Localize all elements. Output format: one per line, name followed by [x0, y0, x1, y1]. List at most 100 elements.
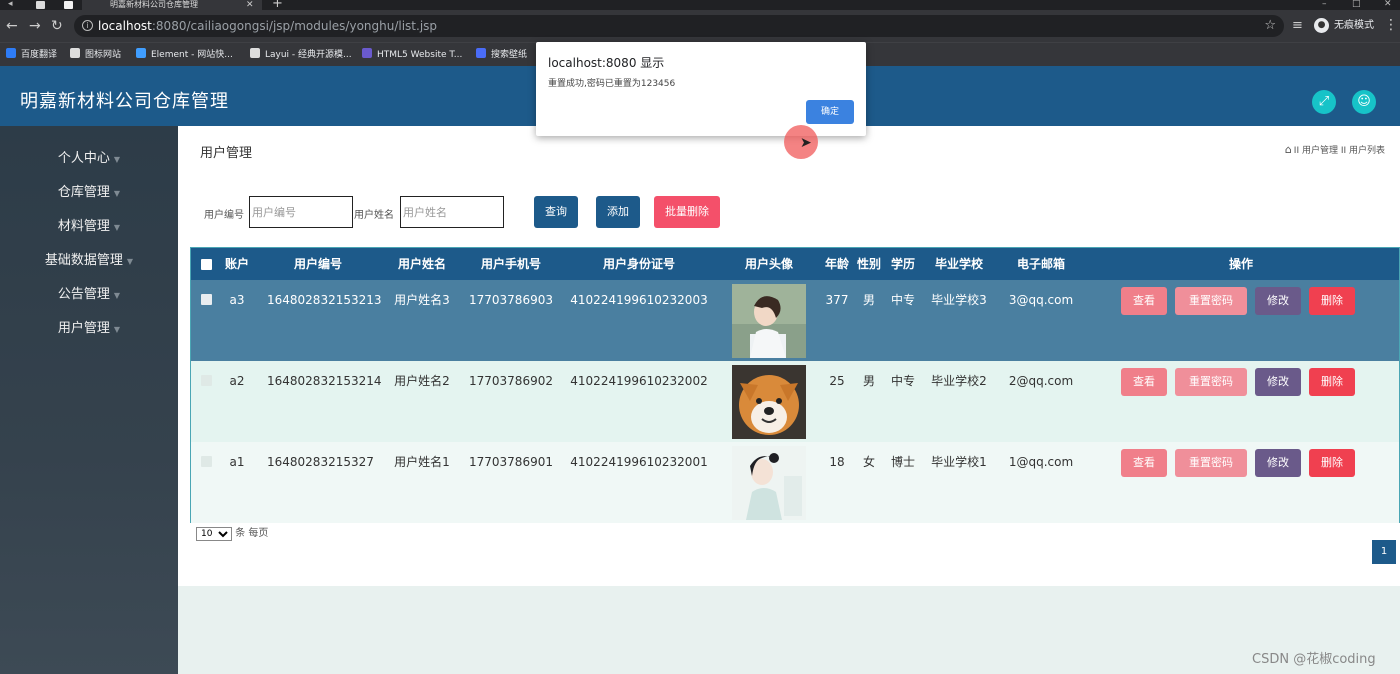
bookmark-item[interactable]: HTML5 Website T... [362, 47, 462, 63]
row-checkbox[interactable] [201, 375, 212, 386]
reset-password-button[interactable]: 重置密码 [1175, 368, 1247, 396]
cell-gender: 男 [862, 374, 875, 388]
tab-title: 明嘉新材料公司仓库管理 [110, 0, 198, 9]
fullscreen-icon[interactable]: ⤢ [1312, 90, 1336, 114]
audio-icon[interactable]: ◂ [8, 0, 13, 9]
maximize-icon[interactable]: □ [1352, 0, 1361, 9]
select-all-checkbox[interactable] [201, 259, 212, 270]
cell-account: a3 [229, 293, 245, 307]
cell-education: 中专 [890, 374, 915, 388]
element-icon [136, 48, 146, 58]
cell-account: a1 [229, 455, 245, 469]
sidebar-item-warehouse[interactable]: 仓库管理 ▼ [0, 176, 178, 210]
user-id-input[interactable] [249, 196, 353, 228]
chevron-down-icon: ▼ [113, 155, 121, 164]
browser-tab-active[interactable]: 明嘉新材料公司仓库管理 [82, 0, 262, 10]
row-checkbox[interactable] [201, 456, 212, 467]
table-row[interactable]: a1 16480283215327 用户姓名1 17703786901 4102… [191, 442, 1399, 523]
cell-account: a2 [229, 374, 245, 388]
bookmark-item[interactable]: Element - 网站快... [136, 47, 233, 63]
incognito-icon[interactable]: ● [1314, 18, 1329, 33]
bookmark-item[interactable]: 图标网站 [70, 47, 121, 63]
sidebar: 个人中心 ▼ 仓库管理 ▼ 材料管理 ▼ 基础数据管理 ▼ 公告管理 ▼ 用户管理 ▼ [0, 126, 178, 674]
table-row[interactable]: a3 164802832153213 用户姓名3 17703786903 410… [191, 280, 1399, 361]
cell-user-name: 用户姓名1 [394, 455, 450, 469]
tab-favicon [36, 1, 45, 9]
bookmark-item[interactable]: 搜索壁纸 [476, 47, 527, 63]
breadcrumb-text: II 用户管理 II 用户列表 [1293, 146, 1385, 156]
cell-school: 毕业学校3 [931, 293, 987, 307]
back-icon[interactable]: ← [6, 18, 18, 34]
user-name-input[interactable] [400, 196, 504, 228]
column-header: 操作 [1228, 257, 1253, 271]
forward-icon[interactable]: → [29, 18, 41, 34]
page-size-select[interactable]: 10 [196, 527, 232, 541]
reading-list-icon[interactable]: ≡ [1292, 18, 1303, 34]
dialog-message: 重置成功,密码已重置为123456 [548, 79, 676, 89]
info-icon[interactable]: i [82, 20, 93, 31]
reset-password-button[interactable]: 重置密码 [1175, 449, 1247, 477]
bookmark-item[interactable]: Layui - 经典开源模... [250, 47, 352, 63]
user-name-label: 用户姓名 [354, 210, 394, 221]
minimize-icon[interactable]: – [1322, 0, 1327, 9]
table-row[interactable]: a2 164802832153214 用户姓名2 17703786902 410… [191, 361, 1399, 442]
cell-school: 毕业学校1 [931, 455, 987, 469]
cell-education: 中专 [890, 293, 915, 307]
incognito-label: 无痕模式 [1334, 20, 1374, 31]
query-button[interactable]: 查询 [534, 196, 578, 228]
cell-phone: 17703786903 [469, 293, 553, 307]
tab-favicon-2 [64, 1, 73, 9]
cell-gender: 男 [862, 293, 875, 307]
sidebar-item-announcements[interactable]: 公告管理 ▼ [0, 278, 178, 312]
reload-icon[interactable]: ↻ [51, 18, 63, 34]
column-header: 毕业学校 [934, 257, 983, 271]
delete-button[interactable]: 删除 [1309, 449, 1355, 477]
bookmark-star-icon[interactable]: ☆ [1264, 15, 1276, 37]
browser-menu-icon[interactable]: ⋮ [1384, 17, 1398, 33]
cell-email: 2@qq.com [1008, 374, 1074, 388]
browser-tab-bar: ◂ 明嘉新材料公司仓库管理 ✕ + – □ ✕ [0, 0, 1400, 10]
new-tab-icon[interactable]: + [272, 0, 283, 10]
bookmark-item[interactable]: 百度翻译 [6, 47, 57, 63]
reset-password-button[interactable]: 重置密码 [1175, 287, 1247, 315]
pagination-page-button[interactable]: 1 [1372, 540, 1396, 564]
sidebar-item-personal-center[interactable]: 个人中心 ▼ [0, 142, 178, 176]
delete-button[interactable]: 删除 [1309, 368, 1355, 396]
row-checkbox[interactable] [201, 294, 212, 305]
main-panel: 用户管理 ⌂II 用户管理 II 用户列表 用户编号 用户姓名 查询 添加 批量… [178, 126, 1400, 586]
window-close-icon[interactable]: ✕ [1384, 0, 1392, 9]
page-title: 用户管理 [200, 146, 253, 161]
address-bar[interactable]: i localhost:8080/cailiaogongsi/jsp/modul… [74, 15, 1284, 37]
dialog-ok-button[interactable]: 确定 [806, 100, 854, 124]
column-header: 用户头像 [744, 257, 793, 271]
cell-phone: 17703786902 [469, 374, 553, 388]
add-button[interactable]: 添加 [596, 196, 640, 228]
table-header: 账户 用户编号 用户姓名 用户手机号 用户身份证号 用户头像 年龄 性别 学历 … [191, 248, 1399, 280]
cell-idcard: 410224199610232002 [570, 374, 708, 388]
column-header: 账户 [224, 257, 249, 271]
batch-delete-button[interactable]: 批量删除 [654, 196, 720, 228]
delete-button[interactable]: 删除 [1309, 287, 1355, 315]
view-button[interactable]: 查看 [1121, 368, 1167, 396]
chevron-down-icon: ▼ [113, 291, 121, 300]
view-button[interactable]: 查看 [1121, 449, 1167, 477]
home-icon[interactable]: ⌂ [1285, 143, 1292, 156]
edit-button[interactable]: 修改 [1255, 287, 1301, 315]
cell-idcard: 410224199610232003 [570, 293, 708, 307]
url-host: localhost [98, 19, 152, 33]
avatar [732, 284, 806, 358]
dialog-title: localhost:8080 显示 [548, 56, 665, 70]
edit-button[interactable]: 修改 [1255, 449, 1301, 477]
view-button[interactable]: 查看 [1121, 287, 1167, 315]
cell-education: 博士 [890, 455, 915, 469]
cell-age: 18 [829, 455, 845, 469]
close-tab-icon[interactable]: ✕ [246, 0, 254, 10]
user-avatar-icon[interactable]: ☺ [1352, 90, 1376, 114]
column-header: 用户编号 [293, 257, 342, 271]
sidebar-item-base-data[interactable]: 基础数据管理 ▼ [0, 244, 178, 278]
sidebar-item-materials[interactable]: 材料管理 ▼ [0, 210, 178, 244]
sidebar-item-users[interactable]: 用户管理 ▼ [0, 312, 178, 346]
cell-user-id: 164802832153214 [267, 374, 382, 388]
cell-user-id: 164802832153213 [267, 293, 382, 307]
edit-button[interactable]: 修改 [1255, 368, 1301, 396]
